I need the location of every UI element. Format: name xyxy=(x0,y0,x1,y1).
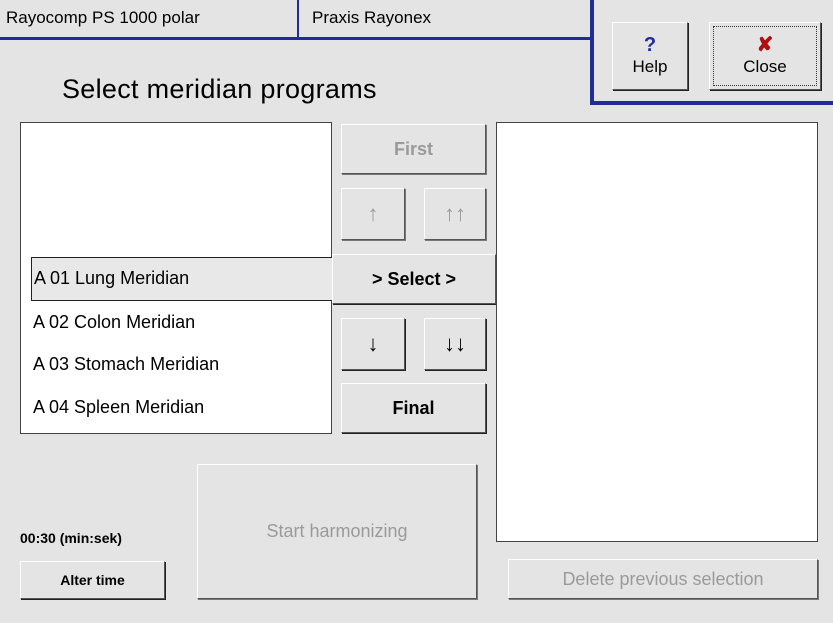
scroll-down-button[interactable]: ↓ xyxy=(341,318,405,370)
select-button[interactable]: > Select > xyxy=(332,254,496,304)
page-title: Select meridian programs xyxy=(62,74,377,104)
help-icon: ? xyxy=(643,34,657,56)
toolbar-border-bottom xyxy=(590,101,833,105)
practice-name-tab: Praxis Rayonex xyxy=(298,0,593,38)
device-name-tab: Rayocomp PS 1000 polar xyxy=(0,0,298,38)
device-name: Rayocomp PS 1000 polar xyxy=(6,8,200,27)
toolbar-border-left xyxy=(590,0,594,104)
page-up-button[interactable]: ↑↑ xyxy=(424,188,486,240)
final-button[interactable]: Final xyxy=(341,383,486,433)
time-display: 00:30 (min:sek) xyxy=(20,530,122,546)
tab-divider xyxy=(297,0,299,38)
help-label: Help xyxy=(632,57,668,76)
list-item[interactable]: A 01 Lung Meridian xyxy=(31,257,333,301)
header-underline xyxy=(0,37,593,40)
meridian-program-list[interactable]: A 01 Lung Meridian A 02 Colon Meridian A… xyxy=(20,122,333,434)
start-harmonizing-button[interactable]: Start harmonizing xyxy=(197,464,477,599)
practice-name: Praxis Rayonex xyxy=(312,8,432,27)
focus-outline xyxy=(713,26,817,86)
list-item[interactable]: A 03 Stomach Meridian xyxy=(33,345,219,383)
page-down-button[interactable]: ↓↓ xyxy=(424,318,486,370)
arrow-up-icon: ↑ xyxy=(367,201,379,226)
double-arrow-up-icon: ↑↑ xyxy=(444,201,466,226)
scroll-up-button[interactable]: ↑ xyxy=(341,188,405,240)
list-item[interactable]: A 04 Spleen Meridian xyxy=(33,388,204,426)
double-arrow-down-icon: ↓↓ xyxy=(444,331,466,356)
list-item[interactable]: A 02 Colon Meridian xyxy=(33,303,195,341)
selected-programs-list[interactable] xyxy=(496,122,818,542)
delete-previous-selection-button[interactable]: Delete previous selection xyxy=(508,559,818,599)
first-button[interactable]: First xyxy=(341,124,486,174)
help-button[interactable]: ? Help xyxy=(612,22,688,90)
arrow-down-icon: ↓ xyxy=(367,331,379,356)
close-button[interactable]: ✘ Close xyxy=(709,22,821,90)
alter-time-button[interactable]: Alter time xyxy=(20,561,165,599)
